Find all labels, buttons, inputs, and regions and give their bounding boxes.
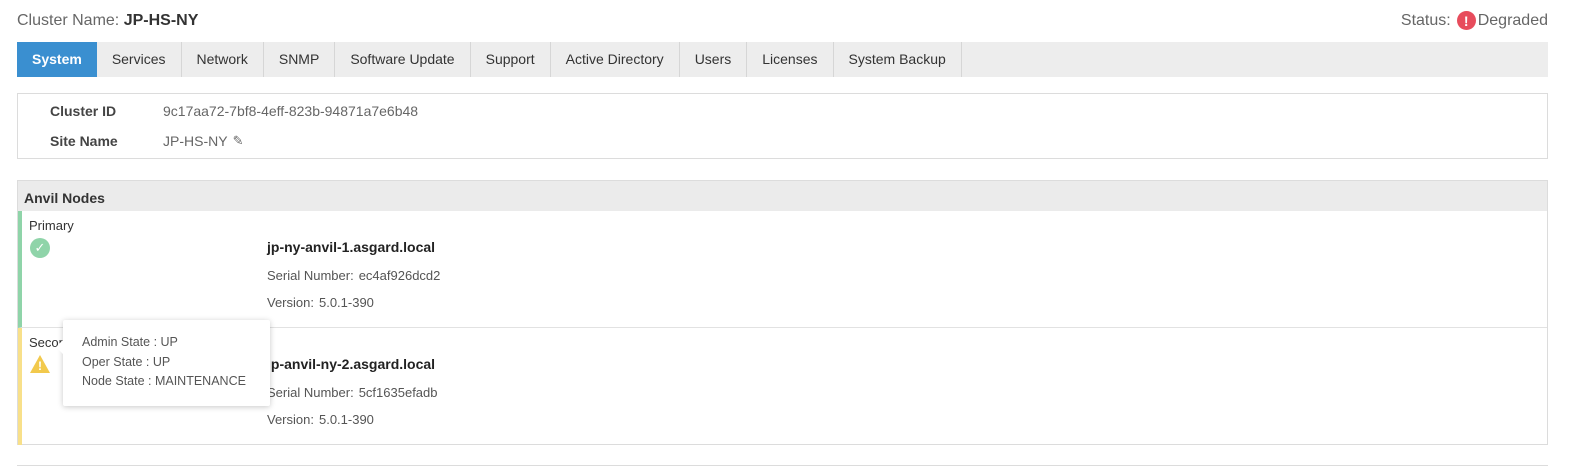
serial-value: ec4af926dcd2 <box>358 268 441 283</box>
site-name-label: Site Name <box>50 133 118 149</box>
cluster-id-value: 9c17aa72-7bf8-4eff-823b-94871a7e6b48 <box>163 103 419 119</box>
tooltip-admin-state: Admin State : UP <box>82 335 178 349</box>
status-label: Status: <box>1400 11 1451 29</box>
version-value: 5.0.1-390 <box>318 412 374 427</box>
cluster-info-panel: Cluster ID 9c17aa72-7bf8-4eff-823b-94871… <box>17 93 1548 159</box>
site-name-row: Site Name JP-HS-NY ✎ <box>18 131 1547 151</box>
tab-system[interactable]: System <box>17 42 97 77</box>
node-serial: Serial Number: ec4af926dcd2 <box>267 268 440 283</box>
tab-system-backup[interactable]: System Backup <box>834 42 962 77</box>
site-name-value: JP-HS-NY <box>163 133 228 149</box>
version-label: Version: <box>267 295 314 310</box>
exclamation-circle-icon: ! <box>1456 11 1476 30</box>
tab-bar: System Services Network SNMP Software Up… <box>17 42 1548 77</box>
status-value: Degraded <box>1477 11 1548 29</box>
node-version: Version: 5.0.1-390 <box>267 295 374 310</box>
tab-licenses[interactable]: Licenses <box>747 42 834 77</box>
tab-support[interactable]: Support <box>471 42 551 77</box>
tab-services[interactable]: Services <box>97 42 182 77</box>
node-hostname: jp-anvil-ny-2.asgard.local <box>267 356 436 372</box>
node-serial: Serial Number: 5cf1635efadb <box>267 385 438 400</box>
tab-network[interactable]: Network <box>182 42 264 77</box>
tab-active-directory[interactable]: Active Directory <box>551 42 680 77</box>
header: Cluster Name: JP-HS-NY Status: ! Degrade… <box>17 0 1548 42</box>
cluster-id-label: Cluster ID <box>50 103 117 119</box>
tooltip-oper-state: Oper State : UP <box>82 355 171 369</box>
pencil-icon[interactable]: ✎ <box>233 133 244 149</box>
serial-label: Serial Number: <box>267 385 354 400</box>
serial-label: Serial Number: <box>267 268 354 283</box>
site-name-value-wrap: JP-HS-NY ✎ <box>163 133 243 149</box>
node-row-primary: Primary ✓ jp-ny-anvil-1.asgard.local Ser… <box>18 211 1547 328</box>
version-value: 5.0.1-390 <box>318 295 374 310</box>
tab-software-update[interactable]: Software Update <box>335 42 471 77</box>
node-state-tooltip: Admin State : UP Oper State : UP Node St… <box>56 320 270 406</box>
node-version: Version: 5.0.1-390 <box>267 412 374 427</box>
cluster-name: Cluster Name: JP-HS-NY <box>17 12 198 30</box>
cluster-status: Status: ! Degraded <box>1401 11 1548 30</box>
tab-snmp[interactable]: SNMP <box>264 42 336 77</box>
tooltip-node-state: Node State : MAINTENANCE <box>82 374 246 388</box>
cluster-name-label: Cluster Name: <box>17 12 120 29</box>
divider <box>17 465 1548 466</box>
warning-mark-glyph: ! <box>38 359 42 373</box>
serial-value: 5cf1635efadb <box>358 385 438 400</box>
tab-users[interactable]: Users <box>680 42 748 77</box>
check-circle-icon: ✓ <box>30 238 50 258</box>
anvil-nodes-title: Anvil Nodes <box>18 181 1547 211</box>
node-hostname: jp-ny-anvil-1.asgard.local <box>267 239 436 255</box>
cluster-name-value: JP-HS-NY <box>123 12 199 29</box>
cluster-id-row: Cluster ID 9c17aa72-7bf8-4eff-823b-94871… <box>18 101 1547 121</box>
version-label: Version: <box>267 412 314 427</box>
node-role-label: Primary <box>29 218 74 233</box>
